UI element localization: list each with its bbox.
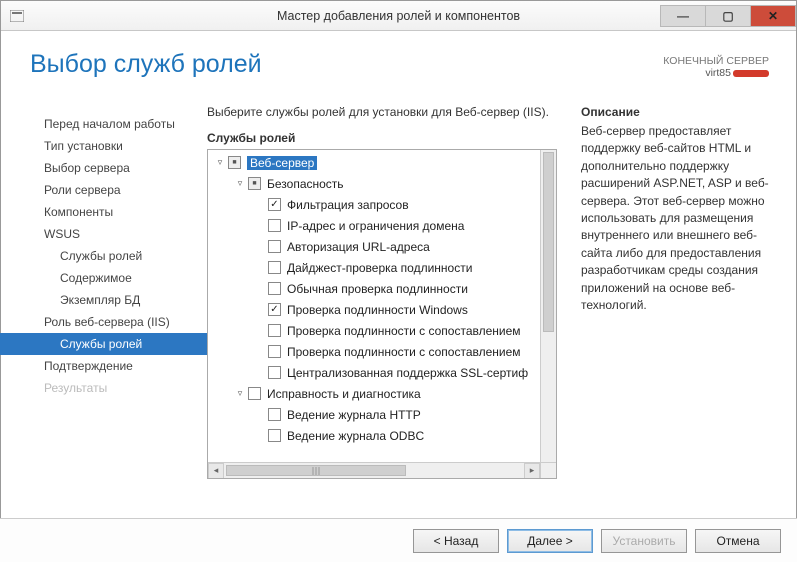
roles-tree[interactable]: ▿Веб-сервер▿БезопасностьФильтрация запро… — [208, 150, 540, 462]
nav-item-11[interactable]: Подтверждение — [0, 355, 207, 377]
checkbox[interactable] — [268, 366, 281, 379]
tree-node-label: Обычная проверка подлинности — [287, 282, 468, 296]
tree-node-label: Веб-сервер — [247, 156, 317, 170]
tree-node-11[interactable]: ▿ Исправность и диагностика — [208, 383, 540, 404]
nav-item-4[interactable]: Компоненты — [0, 201, 207, 223]
expander-icon — [254, 346, 266, 358]
nav-item-7[interactable]: Содержимое — [0, 267, 207, 289]
nav-item-3[interactable]: Роли сервера — [0, 179, 207, 201]
expander-icon[interactable]: ▿ — [234, 388, 246, 400]
install-button[interactable]: Установить — [601, 529, 687, 553]
close-button[interactable]: ✕ — [750, 5, 796, 27]
description-text: Веб-сервер предоставляет поддержку веб-с… — [581, 123, 777, 314]
tree-node-label: Фильтрация запросов — [287, 198, 409, 212]
expander-icon[interactable]: ▿ — [234, 178, 246, 190]
tree-node-3[interactable]: IP-адрес и ограничения домена — [208, 215, 540, 236]
checkbox[interactable] — [268, 198, 281, 211]
roles-section-label: Службы ролей — [207, 131, 557, 145]
app-icon — [9, 8, 25, 24]
scrollbar-corner — [540, 462, 556, 478]
tree-node-1[interactable]: ▿ Безопасность — [208, 173, 540, 194]
nav-item-0[interactable]: Перед началом работы — [0, 113, 207, 135]
checkbox[interactable] — [268, 261, 281, 274]
horizontal-scroll-track[interactable] — [224, 463, 524, 478]
nav-item-5[interactable]: WSUS — [0, 223, 207, 245]
window-titlebar: Мастер добавления ролей и компонентов — … — [1, 1, 796, 31]
tree-node-6[interactable]: Обычная проверка подлинности — [208, 278, 540, 299]
nav-item-9[interactable]: Роль веб-сервера (IIS) — [0, 311, 207, 333]
tree-node-label: Исправность и диагностика — [267, 387, 421, 401]
checkbox[interactable] — [248, 387, 261, 400]
checkbox[interactable] — [268, 345, 281, 358]
redacted-marker — [733, 70, 769, 77]
minimize-button[interactable]: — — [660, 5, 706, 27]
expander-icon — [254, 199, 266, 211]
tree-node-label: Дайджест-проверка подлинности — [287, 261, 472, 275]
tree-node-label: Проверка подлинности Windows — [287, 303, 468, 317]
expander-icon — [254, 325, 266, 337]
instruction-text: Выберите службы ролей для установки для … — [207, 105, 557, 119]
expander-icon — [254, 430, 266, 442]
checkbox[interactable] — [268, 282, 281, 295]
tree-node-label: Ведение журнала ODBC — [287, 429, 424, 443]
expander-icon — [254, 304, 266, 316]
vertical-scroll-thumb[interactable] — [543, 152, 554, 332]
horizontal-scrollbar[interactable]: ◂ ▸ — [208, 462, 540, 478]
expander-icon — [254, 283, 266, 295]
tree-node-label: Централизованная поддержка SSL-сертиф — [287, 366, 528, 380]
tree-node-label: Ведение журнала HTTP — [287, 408, 421, 422]
back-button[interactable]: < Назад — [413, 529, 499, 553]
tree-node-label: Безопасность — [267, 177, 344, 191]
tree-node-10[interactable]: Централизованная поддержка SSL-сертиф — [208, 362, 540, 383]
tree-node-7[interactable]: Проверка подлинности Windows — [208, 299, 540, 320]
expander-icon[interactable]: ▿ — [214, 157, 226, 169]
nav-item-6[interactable]: Службы ролей — [0, 245, 207, 267]
expander-icon — [254, 409, 266, 421]
nav-item-8[interactable]: Экземпляр БД — [0, 289, 207, 311]
tree-node-5[interactable]: Дайджест-проверка подлинности — [208, 257, 540, 278]
tree-node-8[interactable]: Проверка подлинности с сопоставлением — [208, 320, 540, 341]
tree-node-label: Проверка подлинности с сопоставлением — [287, 324, 521, 338]
checkbox[interactable] — [268, 219, 281, 232]
tree-node-13[interactable]: Ведение журнала ODBC — [208, 425, 540, 446]
scroll-left-arrow[interactable]: ◂ — [208, 463, 224, 479]
checkbox[interactable] — [248, 177, 261, 190]
tree-node-4[interactable]: Авторизация URL-адреса — [208, 236, 540, 257]
cancel-button[interactable]: Отмена — [695, 529, 781, 553]
checkbox[interactable] — [268, 429, 281, 442]
description-label: Описание — [581, 105, 777, 119]
vertical-scrollbar[interactable] — [540, 150, 556, 462]
scroll-right-arrow[interactable]: ▸ — [524, 463, 540, 479]
tree-node-2[interactable]: Фильтрация запросов — [208, 194, 540, 215]
wizard-nav-sidebar: Перед началом работыТип установкиВыбор с… — [0, 105, 207, 518]
tree-node-label: Авторизация URL-адреса — [287, 240, 430, 254]
next-button[interactable]: Далее > — [507, 529, 593, 553]
nav-item-2[interactable]: Выбор сервера — [0, 157, 207, 179]
page-title: Выбор служб ролей — [30, 50, 262, 79]
target-server-info: КОНЕЧНЫЙ СЕРВЕР virt85 — [663, 55, 769, 79]
nav-item-10[interactable]: Службы ролей — [0, 333, 207, 355]
expander-icon — [254, 220, 266, 232]
tree-node-9[interactable]: Проверка подлинности с сопоставлением — [208, 341, 540, 362]
checkbox[interactable] — [228, 156, 241, 169]
wizard-footer: < Назад Далее > Установить Отмена — [0, 518, 797, 562]
horizontal-scroll-thumb[interactable] — [226, 465, 406, 476]
target-server-name: virt85 — [705, 67, 731, 79]
expander-icon — [254, 367, 266, 379]
checkbox[interactable] — [268, 408, 281, 421]
tree-node-12[interactable]: Ведение журнала HTTP — [208, 404, 540, 425]
expander-icon — [254, 262, 266, 274]
checkbox[interactable] — [268, 324, 281, 337]
checkbox[interactable] — [268, 240, 281, 253]
roles-tree-container: ▿Веб-сервер▿БезопасностьФильтрация запро… — [207, 149, 557, 479]
nav-item-12: Результаты — [0, 377, 207, 399]
maximize-button[interactable]: ▢ — [705, 5, 751, 27]
checkbox[interactable] — [268, 303, 281, 316]
nav-item-1[interactable]: Тип установки — [0, 135, 207, 157]
expander-icon — [254, 241, 266, 253]
tree-node-label: IP-адрес и ограничения домена — [287, 219, 464, 233]
tree-node-0[interactable]: ▿ Веб-сервер — [208, 152, 540, 173]
tree-node-label: Проверка подлинности с сопоставлением — [287, 345, 521, 359]
target-server-label: КОНЕЧНЫЙ СЕРВЕР — [663, 55, 769, 67]
